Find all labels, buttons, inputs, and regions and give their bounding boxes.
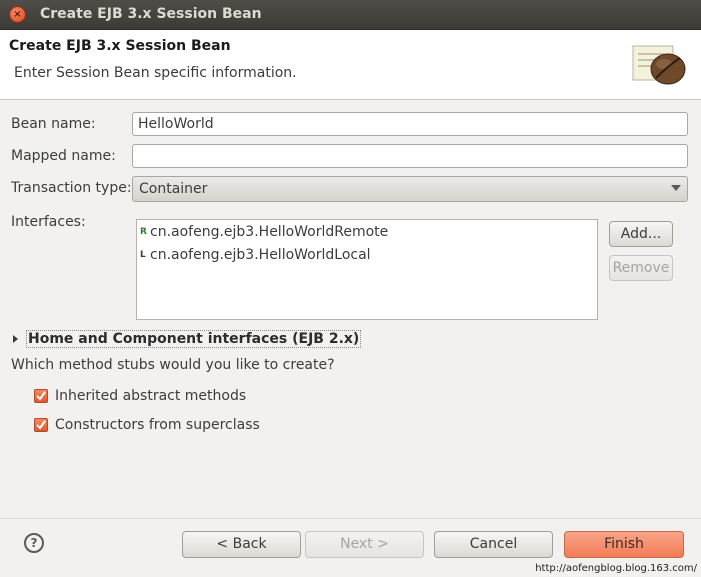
constructors-superclass-label[interactable]: Constructors from superclass [55, 417, 260, 433]
local-marker-icon: L [140, 250, 146, 260]
constructors-superclass-checkbox[interactable] [34, 418, 48, 432]
mapped-name-label: Mapped name: [11, 148, 116, 164]
chevron-down-icon [671, 185, 681, 191]
mapped-name-input[interactable] [132, 144, 688, 168]
close-icon[interactable]: × [9, 6, 26, 23]
add-button[interactable]: Add... [609, 221, 673, 247]
watermark-text: http://aofengblog.blog.163.com/ [535, 563, 697, 574]
list-item[interactable]: Rcn.aofeng.ejb3.HelloWorldRemote [140, 224, 388, 240]
page-description: Enter Session Bean specific information. [14, 65, 297, 81]
checkmark-icon [36, 420, 46, 430]
interfaces-label: Interfaces: [11, 214, 86, 230]
remote-marker-icon: R [140, 227, 147, 237]
page-title: Create EJB 3.x Session Bean [9, 38, 231, 54]
help-icon[interactable]: ? [24, 533, 44, 553]
cancel-button[interactable]: Cancel [434, 531, 553, 558]
bean-name-label: Bean name: [11, 116, 96, 132]
finish-button[interactable]: Finish [564, 531, 684, 558]
list-item[interactable]: Lcn.aofeng.ejb3.HelloWorldLocal [140, 247, 371, 263]
method-stubs-question: Which method stubs would you like to cre… [11, 357, 335, 373]
bean-name-input[interactable]: HelloWorld [132, 112, 688, 136]
coffee-bean-icon [632, 45, 686, 85]
inherited-abstract-checkbox[interactable] [34, 389, 48, 403]
window-titlebar: × Create EJB 3.x Session Bean [0, 0, 701, 30]
expand-triangle-icon[interactable] [13, 335, 18, 343]
next-button[interactable]: Next > [305, 531, 424, 558]
home-component-section-toggle[interactable]: Home and Component interfaces (EJB 2.x) [26, 330, 362, 348]
footer-divider [0, 518, 701, 519]
checkmark-icon [36, 391, 46, 401]
interface-name: cn.aofeng.ejb3.HelloWorldRemote [150, 224, 389, 240]
back-button[interactable]: < Back [182, 531, 301, 558]
inherited-abstract-label[interactable]: Inherited abstract methods [55, 388, 246, 404]
interface-name: cn.aofeng.ejb3.HelloWorldLocal [150, 247, 371, 263]
transaction-type-value: Container [139, 181, 208, 197]
interfaces-list[interactable]: Rcn.aofeng.ejb3.HelloWorldRemote Lcn.aof… [136, 219, 598, 320]
transaction-type-select[interactable]: Container [132, 176, 688, 202]
transaction-type-label: Transaction type: [11, 180, 132, 196]
remove-button[interactable]: Remove [609, 255, 673, 281]
wizard-header: Create EJB 3.x Session Bean Enter Sessio… [0, 30, 701, 100]
window-title: Create EJB 3.x Session Bean [40, 6, 262, 22]
